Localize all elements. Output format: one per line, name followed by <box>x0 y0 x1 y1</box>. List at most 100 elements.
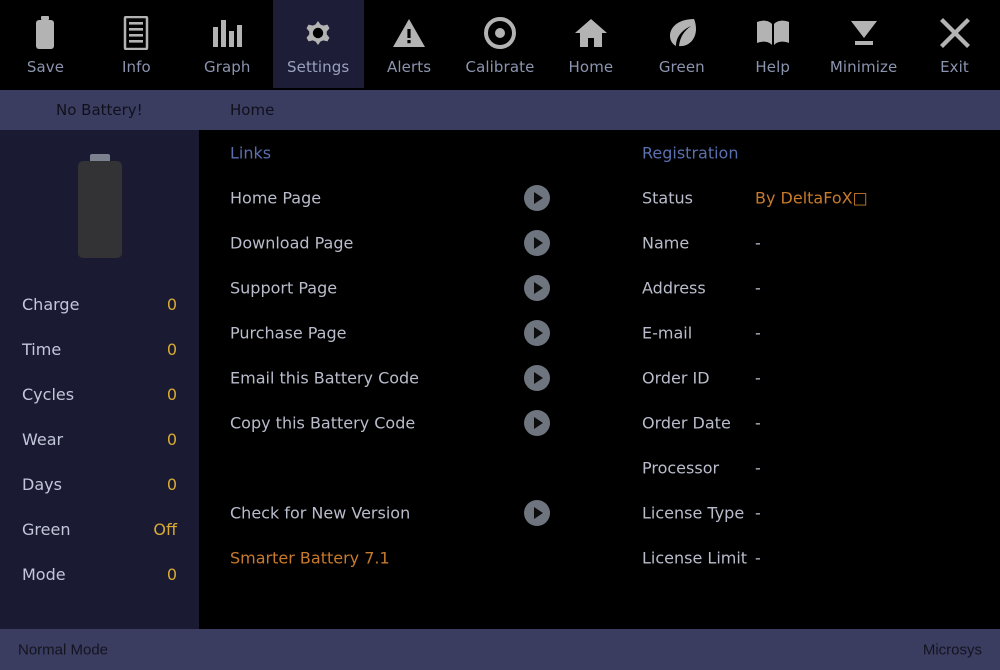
bars-icon <box>211 13 243 53</box>
registration-value: - <box>755 278 761 297</box>
toolbar-item-minimize[interactable]: Minimize <box>818 0 909 88</box>
minimize-icon <box>848 13 880 53</box>
stat-label: Charge <box>22 295 80 314</box>
stat-label: Days <box>22 475 62 494</box>
battery-gauge <box>0 140 199 270</box>
target-icon <box>483 13 516 53</box>
sidebar: Charge 0 Time 0 Cycles 0 Wear 0 Days 0 G… <box>0 130 199 629</box>
toolbar-item-home[interactable]: Home <box>545 0 636 88</box>
toolbar-item-settings[interactable]: Settings <box>272 0 364 88</box>
stat-label: Cycles <box>22 385 75 404</box>
registration-row-order-id: Order ID - <box>619 355 1000 400</box>
registration-label: Status <box>642 188 693 207</box>
link-label: Support Page <box>230 278 338 297</box>
link-row-home-page[interactable]: Home Page <box>199 175 619 220</box>
play-icon[interactable] <box>524 184 550 211</box>
toolbar-item-calibrate[interactable]: Calibrate <box>455 0 546 88</box>
warning-icon <box>392 13 426 53</box>
settings-content: Links Home Page Download Page Support Pa… <box>199 130 1000 629</box>
registration-column: Registration Status By DeltaFoX□ Name - … <box>619 130 1000 580</box>
app-version-row: Smarter Battery 7.1 <box>199 535 619 580</box>
registration-value: - <box>755 548 761 567</box>
leaf-icon <box>667 13 697 53</box>
toolbar-label-home: Home <box>568 58 614 76</box>
stat-row-wear: Wear 0 <box>0 417 199 462</box>
play-icon[interactable] <box>524 319 550 346</box>
registration-row-license-limit: License Limit - <box>619 535 1000 580</box>
stat-label: Green <box>22 520 71 539</box>
smarter-battery-window: Save Info Graph Settings Alerts Calibrat… <box>0 0 1000 670</box>
link-label: Email this Battery Code <box>230 368 420 387</box>
status-mode-label: Normal Mode <box>18 641 109 658</box>
registration-row-email: E-mail - <box>619 310 1000 355</box>
registration-value: - <box>755 323 761 342</box>
registration-heading-row: Registration <box>619 130 1000 175</box>
toolbar-label-alerts: Alerts <box>387 58 432 76</box>
play-icon[interactable] <box>524 274 550 301</box>
link-label: Home Page <box>230 188 322 207</box>
registration-label: Address <box>642 278 706 297</box>
toolbar-item-help[interactable]: Help <box>727 0 818 88</box>
link-row-email-battery-code[interactable]: Email this Battery Code <box>199 355 619 400</box>
links-heading-row: Links <box>199 130 619 175</box>
stat-row-mode: Mode 0 <box>0 552 199 597</box>
link-row-download-page[interactable]: Download Page <box>199 220 619 265</box>
links-column: Links Home Page Download Page Support Pa… <box>199 130 619 580</box>
secondary-bar: No Battery! Home <box>0 90 1000 130</box>
registration-row-order-date: Order Date - <box>619 400 1000 445</box>
stat-label: Mode <box>22 565 66 584</box>
toolbar-label-exit: Exit <box>940 58 969 76</box>
registration-row-name: Name - <box>619 220 1000 265</box>
toolbar-label-save: Save <box>26 58 65 76</box>
toolbar-item-save[interactable]: Save <box>0 0 91 88</box>
toolbar-label-settings: Settings <box>287 58 350 76</box>
registration-label: Order ID <box>642 368 710 387</box>
links-heading: Links <box>230 143 272 162</box>
stat-row-charge: Charge 0 <box>0 282 199 327</box>
stat-value: 0 <box>166 565 177 584</box>
registration-value: - <box>755 413 761 432</box>
play-icon[interactable] <box>524 364 550 391</box>
link-row-purchase-page[interactable]: Purchase Page <box>199 310 619 355</box>
stat-value: 0 <box>166 385 177 404</box>
toolbar-item-graph[interactable]: Graph <box>182 0 273 88</box>
registration-label: Order Date <box>642 413 731 432</box>
list-icon <box>122 13 150 53</box>
link-label: Download Page <box>230 233 354 252</box>
registration-value: - <box>755 458 761 477</box>
current-page-label: Home <box>230 101 275 119</box>
app-version-label: Smarter Battery 7.1 <box>230 548 390 567</box>
link-row-check-new-version[interactable]: Check for New Version <box>199 490 619 535</box>
toolbar-label-green: Green <box>658 58 705 76</box>
registration-value: - <box>755 503 761 522</box>
link-label: Purchase Page <box>230 323 347 342</box>
registration-row-processor: Processor - <box>619 445 1000 490</box>
stat-label: Time <box>22 340 62 359</box>
home-icon <box>574 13 608 53</box>
stat-row-green: Green Off <box>0 507 199 552</box>
toolbar-label-info: Info <box>121 58 151 76</box>
play-icon[interactable] <box>524 229 550 256</box>
toolbar-label-calibrate: Calibrate <box>465 58 535 76</box>
gear-icon <box>301 13 335 53</box>
registration-label: E-mail <box>642 323 693 342</box>
toolbar-item-alerts[interactable]: Alerts <box>364 0 455 88</box>
play-icon[interactable] <box>524 409 550 436</box>
registration-label: Processor <box>642 458 720 477</box>
sidebar-stats: Charge 0 Time 0 Cycles 0 Wear 0 Days 0 G… <box>0 282 199 597</box>
registration-value: By DeltaFoX□ <box>755 188 868 207</box>
book-icon <box>755 13 791 53</box>
toolbar-item-green[interactable]: Green <box>636 0 727 88</box>
toolbar-item-exit[interactable]: Exit <box>909 0 1000 88</box>
play-icon[interactable] <box>524 499 550 526</box>
toolbar-label-minimize: Minimize <box>829 58 898 76</box>
stat-value: 0 <box>166 430 177 449</box>
registration-row-status: Status By DeltaFoX□ <box>619 175 1000 220</box>
main-toolbar: Save Info Graph Settings Alerts Calibrat… <box>0 0 1000 88</box>
link-row-copy-battery-code[interactable]: Copy this Battery Code <box>199 400 619 445</box>
registration-heading: Registration <box>642 143 739 162</box>
link-row-support-page[interactable]: Support Page <box>199 265 619 310</box>
registration-row-license-type: License Type - <box>619 490 1000 535</box>
close-icon <box>939 13 971 53</box>
toolbar-item-info[interactable]: Info <box>91 0 182 88</box>
